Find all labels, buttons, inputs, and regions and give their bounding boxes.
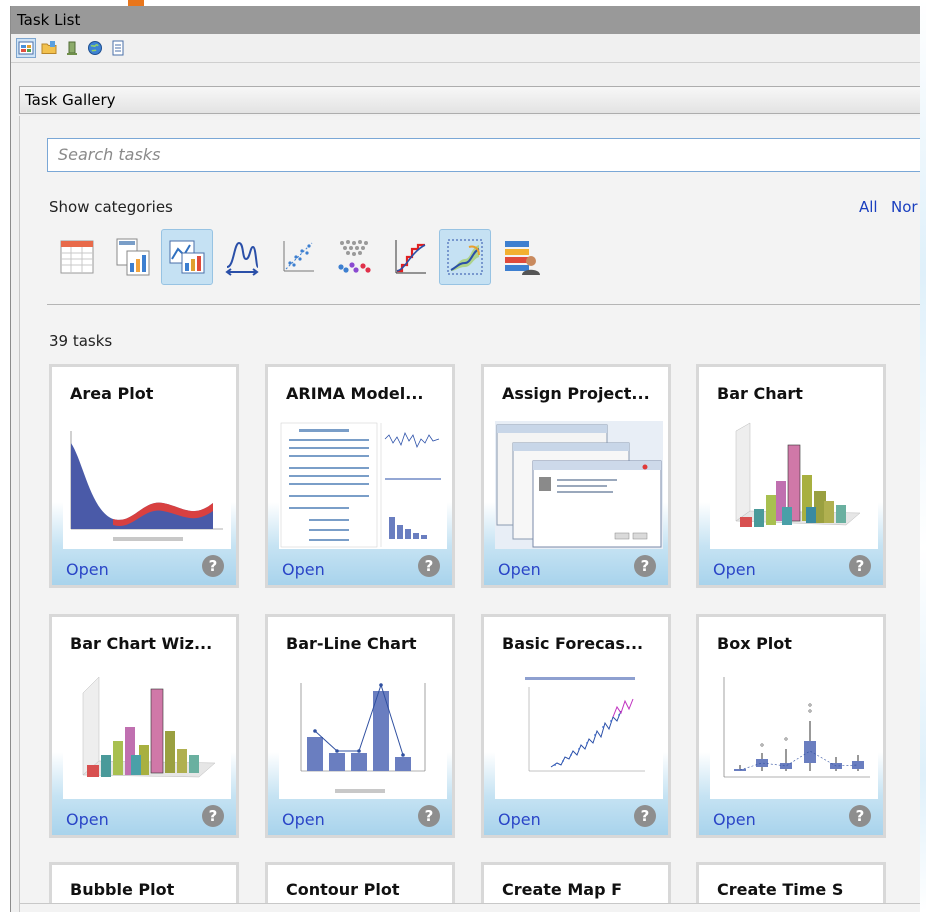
report-icon	[116, 238, 150, 276]
panel-bottom-edge	[20, 903, 920, 912]
clustering-icon	[338, 240, 371, 273]
toolbar	[11, 34, 920, 63]
category-cumulative-button[interactable]	[384, 229, 436, 285]
task-title: Box Plot	[717, 634, 792, 653]
category-data-user-button[interactable]	[495, 229, 547, 285]
show-categories-label: Show categories	[49, 198, 173, 216]
bar-chart-wizard-thumbnail	[63, 671, 231, 799]
task-count: 39 tasks	[49, 332, 113, 350]
task-title: Bar Chart Wiz...	[70, 634, 213, 653]
category-clustering-button[interactable]	[328, 229, 380, 285]
task-title: Area Plot	[70, 384, 154, 403]
task-title: Assign Project...	[502, 384, 650, 403]
task-title: ARIMA Model...	[286, 384, 424, 403]
open-link[interactable]: Open	[282, 560, 325, 579]
open-link[interactable]: Open	[498, 810, 541, 829]
task-tile-basic-forecast[interactable]: Basic Forecas... Open ?	[481, 614, 671, 838]
area-plot-thumbnail	[63, 421, 231, 549]
window-title: Task List	[11, 6, 920, 34]
bar-chart-thumbnail	[710, 421, 878, 549]
open-link[interactable]: Open	[713, 560, 756, 579]
category-graph-button[interactable]	[161, 229, 213, 285]
database-icon[interactable]	[63, 39, 81, 57]
open-link[interactable]: Open	[66, 810, 109, 829]
open-link[interactable]: Open	[282, 810, 325, 829]
task-tile-area-plot[interactable]: Area Plot Open ?	[49, 364, 239, 588]
task-gallery-icon[interactable]	[16, 38, 36, 58]
task-title: Bubble Plot	[70, 880, 175, 899]
background-decoration	[920, 0, 926, 912]
task-tile-bar-chart[interactable]: Bar Chart Open ?	[696, 364, 886, 588]
task-gallery-panel: Search tasks Show categories All Nor 39 …	[19, 116, 920, 912]
open-link[interactable]: Open	[713, 810, 756, 829]
distribution-icon	[225, 241, 259, 276]
task-title: Create Map F	[502, 880, 623, 899]
data-user-icon	[505, 241, 540, 275]
category-report-button[interactable]	[107, 229, 159, 285]
task-title: Bar Chart	[717, 384, 803, 403]
task-gallery-header[interactable]: Task Gallery	[19, 86, 920, 114]
help-icon[interactable]: ?	[634, 555, 656, 577]
bar-line-thumbnail	[279, 671, 447, 799]
help-icon[interactable]: ?	[418, 805, 440, 827]
task-tile-arima-model[interactable]: ARIMA Model... Open ?	[265, 364, 455, 588]
forecast-icon	[447, 239, 483, 275]
arima-thumbnail	[279, 421, 447, 549]
none-categories-link[interactable]: Nor	[891, 198, 918, 216]
task-title: Create Time S	[717, 880, 844, 899]
open-link[interactable]: Open	[66, 560, 109, 579]
help-icon[interactable]: ?	[418, 555, 440, 577]
scatter-icon	[283, 241, 314, 272]
assign-project-thumbnail	[495, 421, 663, 549]
all-categories-link[interactable]: All	[859, 198, 878, 216]
task-tile-box-plot[interactable]: Box Plot Open ?	[696, 614, 886, 838]
list-icon[interactable]	[109, 39, 127, 57]
task-tile-assign-project[interactable]: Assign Project... Open ?	[481, 364, 671, 588]
search-input[interactable]: Search tasks	[47, 138, 920, 172]
task-title: Basic Forecas...	[502, 634, 644, 653]
categories-divider	[47, 304, 920, 305]
task-tile-bar-line-chart[interactable]: Bar-Line Chart Open ?	[265, 614, 455, 838]
help-icon[interactable]: ?	[849, 805, 871, 827]
category-distribution-button[interactable]	[216, 229, 268, 285]
table-icon	[60, 240, 94, 274]
task-title: Contour Plot	[286, 880, 400, 899]
graph-icon	[169, 240, 205, 274]
task-list-window: Task List Task Gallery Search tasks Show…	[10, 6, 920, 912]
category-scatter-button[interactable]	[272, 229, 324, 285]
forecast-thumbnail	[495, 671, 663, 799]
help-icon[interactable]: ?	[634, 805, 656, 827]
help-icon[interactable]: ?	[202, 555, 224, 577]
open-link[interactable]: Open	[498, 560, 541, 579]
folder-icon[interactable]	[40, 39, 58, 57]
category-table-button[interactable]	[51, 229, 103, 285]
help-icon[interactable]: ?	[849, 555, 871, 577]
globe-icon[interactable]	[86, 39, 104, 57]
cumulative-icon	[395, 240, 426, 274]
task-tile-bar-chart-wizard[interactable]: Bar Chart Wiz... Open ?	[49, 614, 239, 838]
box-plot-thumbnail	[710, 671, 878, 799]
help-icon[interactable]: ?	[202, 805, 224, 827]
category-forecast-button[interactable]	[439, 229, 491, 285]
task-title: Bar-Line Chart	[286, 634, 417, 653]
